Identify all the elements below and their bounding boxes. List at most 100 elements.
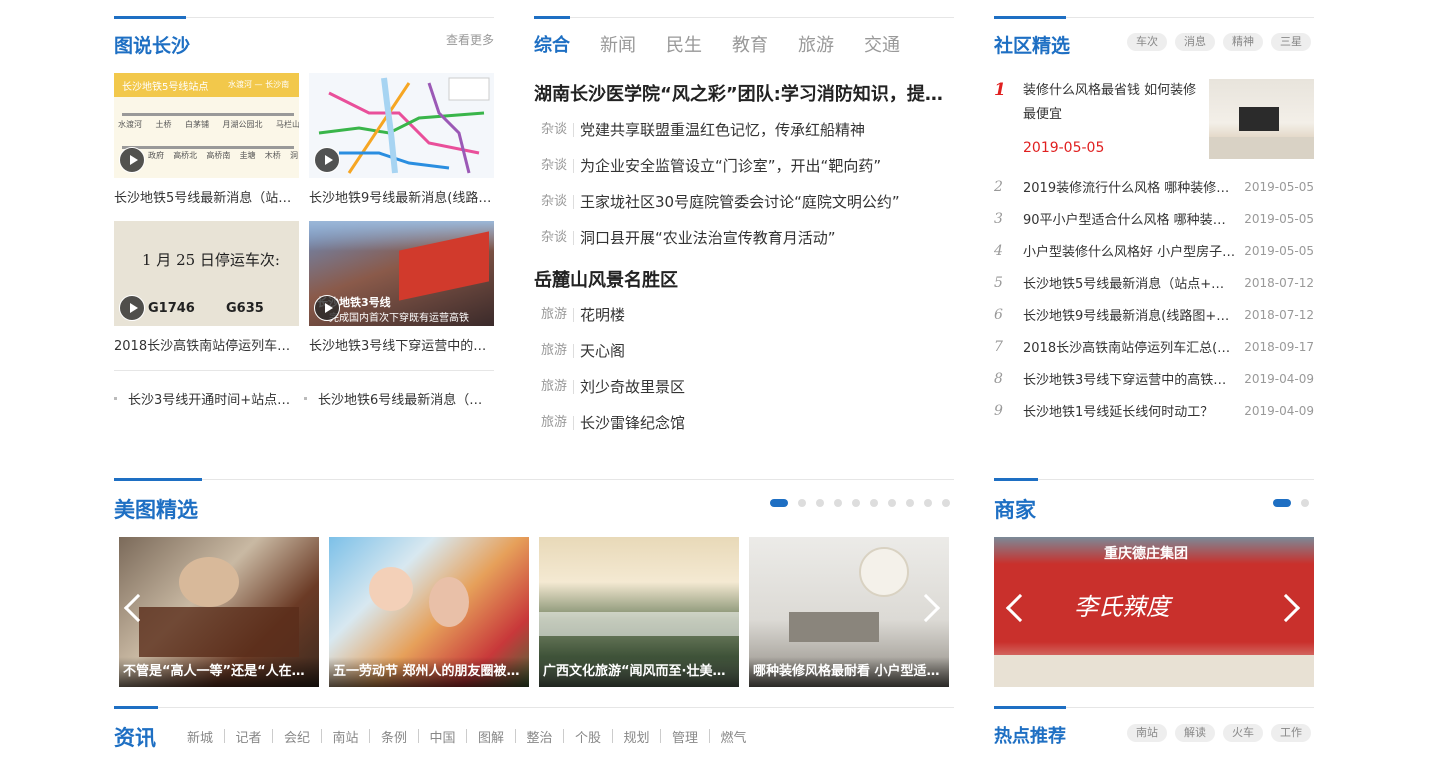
news-title[interactable]: 天心阁 <box>580 340 625 361</box>
news-headline[interactable]: 岳麓山风景名胜区 <box>534 266 954 292</box>
rank-title[interactable]: 2018长沙高铁南站停运列车汇总(持续更新) <box>1023 337 1236 356</box>
pagination-dot[interactable] <box>888 499 896 507</box>
rank-title[interactable]: 90平小户型适合什么风格 哪种装修风格好 <box>1023 209 1236 228</box>
pagination-dot[interactable] <box>942 499 950 507</box>
news-headline[interactable]: 湖南长沙医学院“风之彩”团队:学习消防知识，提升安全意识 <box>534 80 954 106</box>
tab-jiaoyu[interactable]: 教育 <box>732 31 768 57</box>
rank-row[interactable]: 8 长沙地铁3号线下穿运营中的高铁线路 2019-04-09 <box>994 369 1314 389</box>
news-title[interactable]: 党建共享联盟重温红色记忆，传承红船精神 <box>580 119 865 140</box>
rank-row[interactable]: 5 长沙地铁5号线最新消息（站点+线路图） 2018-07-12 <box>994 273 1314 293</box>
tab-minsheng[interactable]: 民生 <box>666 31 702 57</box>
hot-tag[interactable]: 解读 <box>1175 724 1215 742</box>
play-icon[interactable] <box>314 147 340 173</box>
thumb-caption[interactable]: 长沙地铁9号线最新消息(线路图+站点) <box>309 187 494 206</box>
play-icon[interactable] <box>314 295 340 321</box>
hot-tag[interactable]: 火车 <box>1223 724 1263 742</box>
zixun-category-link[interactable]: 燃气 <box>721 727 747 746</box>
hot-tag[interactable]: 工作 <box>1271 724 1311 742</box>
community-tag[interactable]: 三星 <box>1271 33 1311 51</box>
news-title[interactable]: 长沙雷锋纪念馆 <box>580 412 685 433</box>
view-more-link[interactable]: 查看更多 <box>446 31 494 48</box>
zixun-category-link[interactable]: 规划 <box>624 727 650 746</box>
news-row[interactable]: 杂谈 王家垅社区30号庭院管委会讨论“庭院文明公约” <box>541 191 954 212</box>
news-row[interactable]: 杂谈 为企业安全监管设立“门诊室”，开出“靶向药” <box>541 155 954 176</box>
rank-row[interactable]: 9 长沙地铁1号线延长线何时动工？ 2019-04-09 <box>994 401 1314 421</box>
play-icon[interactable] <box>119 147 145 173</box>
pagination-dot[interactable] <box>1273 499 1291 507</box>
hot-tag[interactable]: 南站 <box>1127 724 1167 742</box>
pagination-dot[interactable] <box>770 499 788 507</box>
category-separator <box>320 729 322 743</box>
pagination-dot[interactable] <box>798 499 806 507</box>
tushuo-bottom-divider <box>114 370 494 371</box>
rank-row[interactable]: 4 小户型装修什么风格好 小户型房子怎么装修 2019-05-05 <box>994 241 1314 261</box>
rank-row[interactable]: 3 90平小户型适合什么风格 哪种装修风格好 2019-05-05 <box>994 209 1314 229</box>
rank-title[interactable]: 长沙地铁5号线最新消息（站点+线路图） <box>1023 273 1236 292</box>
thumb-ticket[interactable]: 1 月 25 日停运车次: G1746 G635 <box>114 221 299 326</box>
pagination-dot[interactable] <box>834 499 842 507</box>
tushuo-link[interactable]: 长沙3号线开通时间+站点线路图 <box>114 389 294 408</box>
thumb-metro5[interactable]: 长沙地铁5号线站点 水渡河 — 长沙南 水渡河 土桥 白茅铺 月湖公园北 马栏山… <box>114 73 299 178</box>
community-tag[interactable]: 消息 <box>1175 33 1215 51</box>
rank-title[interactable]: 小户型装修什么风格好 小户型房子怎么装修 <box>1023 241 1236 260</box>
news-row[interactable]: 旅游 天心阁 <box>541 340 954 361</box>
news-row[interactable]: 旅游 刘少奇故里景区 <box>541 376 954 397</box>
tab-xinwen[interactable]: 新闻 <box>600 31 636 57</box>
zixun-category-link[interactable]: 个股 <box>575 727 601 746</box>
top-article-image[interactable] <box>1209 79 1314 159</box>
news-title[interactable]: 洞口县开展“农业法治宣传教育月活动” <box>580 227 836 248</box>
rank-num: 2 <box>994 178 1003 195</box>
tushuo-link[interactable]: 长沙地铁6号线最新消息（站点+线路图） <box>304 389 494 408</box>
zixun-category-link[interactable]: 中国 <box>430 727 456 746</box>
news-title[interactable]: 为企业安全监管设立“门诊室”，开出“靶向药” <box>580 155 881 176</box>
zixun-category-link[interactable]: 南站 <box>333 727 359 746</box>
play-icon[interactable] <box>119 295 145 321</box>
community-tag[interactable]: 车次 <box>1127 33 1167 51</box>
station-label: 政府 <box>148 151 164 160</box>
merchant-banner[interactable]: 重庆德庄集团 李氏辣度 <box>994 537 1314 687</box>
zixun-category-link[interactable]: 条例 <box>381 727 407 746</box>
thumb-caption[interactable]: 长沙地铁5号线最新消息（站点+线路图） <box>114 187 299 206</box>
thumb-metro3[interactable]: 长沙地铁3号线 完成国内首次下穿既有运营高铁 <box>309 221 494 326</box>
rank-row[interactable]: 6 长沙地铁9号线最新消息(线路图+站点) 2018-07-12 <box>994 305 1314 325</box>
zixun-category-link[interactable]: 管理 <box>672 727 698 746</box>
news-row[interactable]: 杂谈 洞口县开展“农业法治宣传教育月活动” <box>541 227 954 248</box>
tab-zonghe[interactable]: 综合 <box>534 31 570 57</box>
news-title[interactable]: 王家垅社区30号庭院管委会讨论“庭院文明公约” <box>580 191 900 212</box>
community-tag[interactable]: 精神 <box>1223 33 1263 51</box>
pagination-dot[interactable] <box>906 499 914 507</box>
rank-title[interactable]: 2019装修流行什么风格 哪种装修风格最好看 <box>1023 177 1236 196</box>
gallery-caption: 五一劳动节 郑州人的朋友圈被它刷屏了 <box>329 657 529 687</box>
pagination-dot[interactable] <box>1301 499 1309 507</box>
news-title[interactable]: 刘少奇故里景区 <box>580 376 685 397</box>
news-row[interactable]: 旅游 长沙雷锋纪念馆 <box>541 412 954 433</box>
thumb-caption[interactable]: 长沙地铁3号线下穿运营中的高铁线路 <box>309 335 494 354</box>
zixun-category-link[interactable]: 会纪 <box>284 727 310 746</box>
pagination-dot[interactable] <box>852 499 860 507</box>
rank-row[interactable]: 2 2019装修流行什么风格 哪种装修风格最好看 2019-05-05 <box>994 177 1314 197</box>
pagination-dot[interactable] <box>816 499 824 507</box>
category-separator <box>223 729 225 743</box>
rank-title[interactable]: 长沙地铁1号线延长线何时动工？ <box>1023 401 1236 420</box>
zixun-category-link[interactable]: 图解 <box>478 727 504 746</box>
rank-title[interactable]: 长沙地铁9号线最新消息(线路图+站点) <box>1023 305 1236 324</box>
station-label: 木桥 <box>264 151 281 160</box>
zixun-category-link[interactable]: 记者 <box>236 727 262 746</box>
news-title[interactable]: 花明楼 <box>580 304 625 325</box>
top-article-title[interactable]: 装修什么风格最省钱 如何装修最便宜 <box>1023 79 1199 127</box>
tab-lvyou[interactable]: 旅游 <box>798 31 834 57</box>
gallery-card[interactable]: 不管是“高人一等”还是“人在低处” <box>119 537 319 687</box>
tab-jiaotong[interactable]: 交通 <box>864 31 900 57</box>
zixun-category-link[interactable]: 新城 <box>187 727 213 746</box>
pagination-dot[interactable] <box>924 499 932 507</box>
rank-row[interactable]: 7 2018长沙高铁南站停运列车汇总(持续更新) 2018-09-17 <box>994 337 1314 357</box>
gallery-card[interactable]: 五一劳动节 郑州人的朋友圈被它刷屏了 <box>329 537 529 687</box>
news-row[interactable]: 杂谈 党建共享联盟重温红色记忆，传承红船精神 <box>541 119 954 140</box>
pagination-dot[interactable] <box>870 499 878 507</box>
gallery-card[interactable]: 广西文化旅游“闻风而至·壮美广西” <box>539 537 739 687</box>
thumb-metro9[interactable] <box>309 73 494 178</box>
thumb-caption[interactable]: 2018长沙高铁南站停运列车汇总(持续更新) <box>114 335 299 354</box>
news-row[interactable]: 旅游 花明楼 <box>541 304 954 325</box>
rank-title[interactable]: 长沙地铁3号线下穿运营中的高铁线路 <box>1023 369 1236 388</box>
zixun-category-link[interactable]: 整治 <box>527 727 553 746</box>
